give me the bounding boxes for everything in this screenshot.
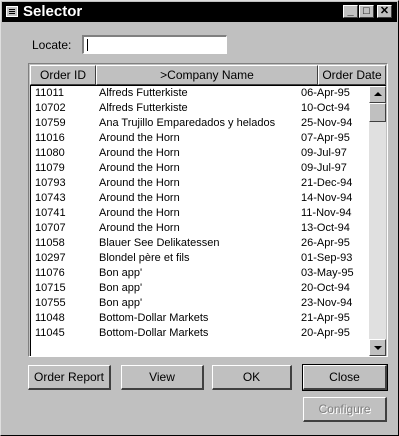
arrow-up-icon (374, 92, 382, 96)
order-date-cell: 25-Nov-94 (301, 117, 353, 129)
company-name-cell: Around the Horn (99, 207, 180, 219)
order-id-cell: 10702 (35, 102, 66, 114)
table-row[interactable]: 10715 Bon app' 20-Oct-94 (31, 281, 368, 296)
table-row[interactable]: 11076 Bon app' 03-May-95 (31, 266, 368, 281)
order-date-cell: 21-Dec-94 (301, 177, 353, 189)
orders-list-body: 11011 Alfreds Futterkiste 06-Apr-95 10702 Al… (30, 85, 386, 356)
table-row[interactable]: 10743 Around the Horn 14-Nov-94 (31, 191, 368, 206)
company-name-cell: Bon app' (99, 282, 143, 294)
vertical-scrollbar[interactable] (369, 86, 386, 356)
column-header-order-date[interactable]: Order Date (318, 65, 386, 85)
table-row[interactable]: 10702 Alfreds Futterkiste 10-Oct-94 (31, 101, 368, 116)
order-id-cell: 11080 (35, 147, 65, 159)
order-id-cell: 11076 (35, 267, 65, 279)
minimize-button[interactable]: _ (343, 5, 358, 18)
order-date-cell: 21-Apr-95 (301, 312, 350, 324)
company-name-cell: Bon app' (99, 267, 143, 279)
view-label: View (149, 370, 175, 384)
order-id-cell: 11016 (35, 132, 65, 144)
company-name-cell: Bottom-Dollar Markets (99, 312, 209, 324)
maximize-button[interactable]: □ (359, 5, 374, 18)
arrow-down-icon (374, 346, 382, 350)
table-row[interactable]: 10793 Around the Horn 21-Dec-94 (31, 176, 368, 191)
order-id-cell: 10755 (35, 297, 66, 309)
title-bar[interactable]: Selector _ □ ✕ (2, 2, 397, 22)
scroll-down-button[interactable] (369, 339, 386, 356)
order-date-cell: 01-Sep-93 (301, 252, 353, 264)
order-id-cell: 10793 (35, 177, 66, 189)
order-report-button[interactable]: Order Report (28, 365, 111, 390)
order-date-cell: 09-Jul-97 (301, 162, 347, 174)
column-header-order-id[interactable]: Order ID (30, 65, 96, 85)
scroll-thumb[interactable] (369, 103, 386, 122)
order-id-cell: 11058 (35, 237, 65, 249)
order-date-cell: 09-Jul-97 (301, 147, 347, 159)
table-row[interactable]: 11079 Around the Horn 09-Jul-97 (31, 161, 368, 176)
order-date-cell: 03-May-95 (301, 267, 354, 279)
order-id-cell: 11079 (35, 162, 65, 174)
company-name-cell: Around the Horn (99, 162, 180, 174)
order-id-cell: 10743 (35, 192, 66, 204)
order-date-cell: 23-Nov-94 (301, 297, 353, 309)
order-report-label: Order Report (33, 370, 105, 384)
order-date-cell: 07-Apr-95 (301, 132, 350, 144)
selector-window: Selector _ □ ✕ Locate: Order ID >Company… (0, 0, 399, 436)
orders-list[interactable]: Order ID >Company Name Order Date 11011 A… (28, 63, 388, 357)
view-button[interactable]: View (121, 365, 204, 390)
company-name-cell: Blondel père et fils (99, 252, 190, 264)
company-name-cell: Around the Horn (99, 147, 180, 159)
order-date-cell: 14-Nov-94 (301, 192, 353, 204)
text-caret (87, 39, 88, 51)
company-name-cell: Ana Trujillo Emparedados y helados (99, 117, 276, 129)
company-name-cell: Around the Horn (99, 132, 180, 144)
order-id-cell: 11045 (35, 327, 65, 339)
locate-label: Locate: (32, 38, 72, 52)
order-id-cell: 11011 (35, 87, 64, 99)
table-row[interactable]: 11045 Bottom-Dollar Markets 20-Apr-95 (31, 326, 368, 341)
configure-button: Configure (303, 397, 387, 422)
order-date-cell: 20-Apr-95 (301, 327, 350, 339)
table-row[interactable]: 11016 Around the Horn 07-Apr-95 (31, 131, 368, 146)
company-name-cell: Blauer See Delikatessen (99, 237, 220, 249)
table-row[interactable]: 10297 Blondel père et fils 01-Sep-93 (31, 251, 368, 266)
company-name-cell: Alfreds Futterkiste (99, 87, 188, 99)
order-id-cell: 11048 (35, 312, 65, 324)
table-row[interactable]: 11048 Bottom-Dollar Markets 21-Apr-95 (31, 311, 368, 326)
order-id-cell: 10707 (35, 222, 66, 234)
ok-label: OK (242, 370, 261, 384)
system-menu-icon[interactable] (6, 6, 18, 17)
close-window-button[interactable]: ✕ (377, 5, 392, 18)
table-row[interactable]: 10707 Around the Horn 13-Oct-94 (31, 221, 368, 236)
table-row[interactable]: 10759 Ana Trujillo Emparedados y helados 2… (31, 116, 368, 131)
close-label: Close (329, 370, 360, 384)
company-name-cell: Around the Horn (99, 222, 180, 234)
company-name-cell: Bon app' (99, 297, 143, 309)
company-name-cell: Around the Horn (99, 177, 180, 189)
order-id-cell: 10297 (35, 252, 66, 264)
table-row[interactable]: 11080 Around the Horn 09-Jul-97 (31, 146, 368, 161)
order-id-cell: 10759 (35, 117, 66, 129)
company-name-cell: Bottom-Dollar Markets (99, 327, 209, 339)
table-row[interactable]: 11011 Alfreds Futterkiste 06-Apr-95 (31, 86, 368, 101)
order-id-cell: 10715 (35, 282, 66, 294)
window-title: Selector (23, 3, 83, 20)
table-row[interactable]: 10755 Bon app' 23-Nov-94 (31, 296, 368, 311)
configure-label: Configure (318, 402, 371, 416)
company-name-cell: Around the Horn (99, 192, 180, 204)
column-header-company-name[interactable]: >Company Name (96, 65, 318, 85)
order-date-cell: 10-Oct-94 (301, 102, 350, 114)
ok-button[interactable]: OK (212, 365, 292, 390)
order-date-cell: 11-Nov-94 (301, 207, 352, 219)
locate-input[interactable] (82, 35, 227, 54)
order-date-cell: 26-Apr-95 (301, 237, 350, 249)
order-id-cell: 10741 (35, 207, 66, 219)
order-date-cell: 20-Oct-94 (301, 282, 350, 294)
company-name-cell: Alfreds Futterkiste (99, 102, 188, 114)
table-row[interactable]: 11058 Blauer See Delikatessen 26-Apr-95 (31, 236, 368, 251)
table-row[interactable]: 10741 Around the Horn 11-Nov-94 (31, 206, 368, 221)
order-date-cell: 13-Oct-94 (301, 222, 350, 234)
close-button[interactable]: Close (302, 364, 388, 391)
scroll-up-button[interactable] (369, 86, 386, 103)
order-date-cell: 06-Apr-95 (301, 87, 350, 99)
